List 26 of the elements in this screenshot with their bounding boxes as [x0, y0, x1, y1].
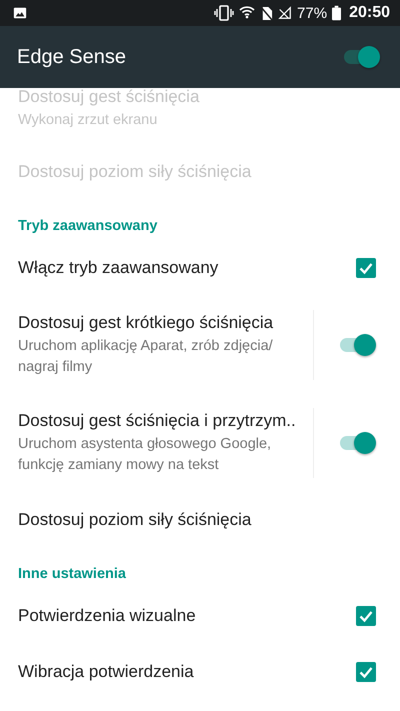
setting-title[interactable]: Potwierdzenia wizualne [18, 606, 356, 626]
setting-summary: Wykonaj zrzut ekranu [18, 111, 158, 130]
setting-title[interactable]: Dostosuj gest krótkiego ściśnięcia [18, 313, 305, 334]
screen-title: Edge Sense [17, 46, 126, 68]
checkbox[interactable] [356, 258, 376, 278]
toggle-switch[interactable] [338, 431, 376, 455]
setting-title[interactable]: Dostosuj poziom siły ściśnięcia [18, 510, 376, 530]
toggle-switch[interactable] [342, 45, 380, 69]
battery-percent: 77% [297, 4, 328, 22]
checkbox[interactable] [356, 606, 376, 626]
toggle-switch[interactable] [338, 333, 376, 357]
clock: 20:50 [349, 4, 390, 22]
section-header: Inne ustawienia [17, 565, 127, 584]
setting-summary: Uruchom asystenta głosowego Google, funkcję zamiany mowy na tekst [18, 435, 272, 474]
setting-title[interactable]: Wibracja potwierdzenia [18, 662, 356, 682]
setting-summary: Uruchom aplikację Aparat, zrób zdjęcia/ nagraj filmy [18, 337, 274, 376]
checkbox[interactable] [356, 662, 376, 682]
no-sim-icon [260, 6, 274, 20]
section-header: Tryb zaawansowany [17, 217, 158, 236]
vibrate-icon [214, 5, 234, 21]
setting-title[interactable]: Włącz tryb zaawansowany [18, 258, 356, 278]
image-icon [13, 6, 27, 20]
signal-icon [278, 6, 292, 20]
setting-title[interactable]: Dostosuj gest ściśnięcia i przytrzym.. [18, 411, 305, 432]
wifi-icon [239, 5, 256, 21]
battery-icon [332, 5, 342, 21]
